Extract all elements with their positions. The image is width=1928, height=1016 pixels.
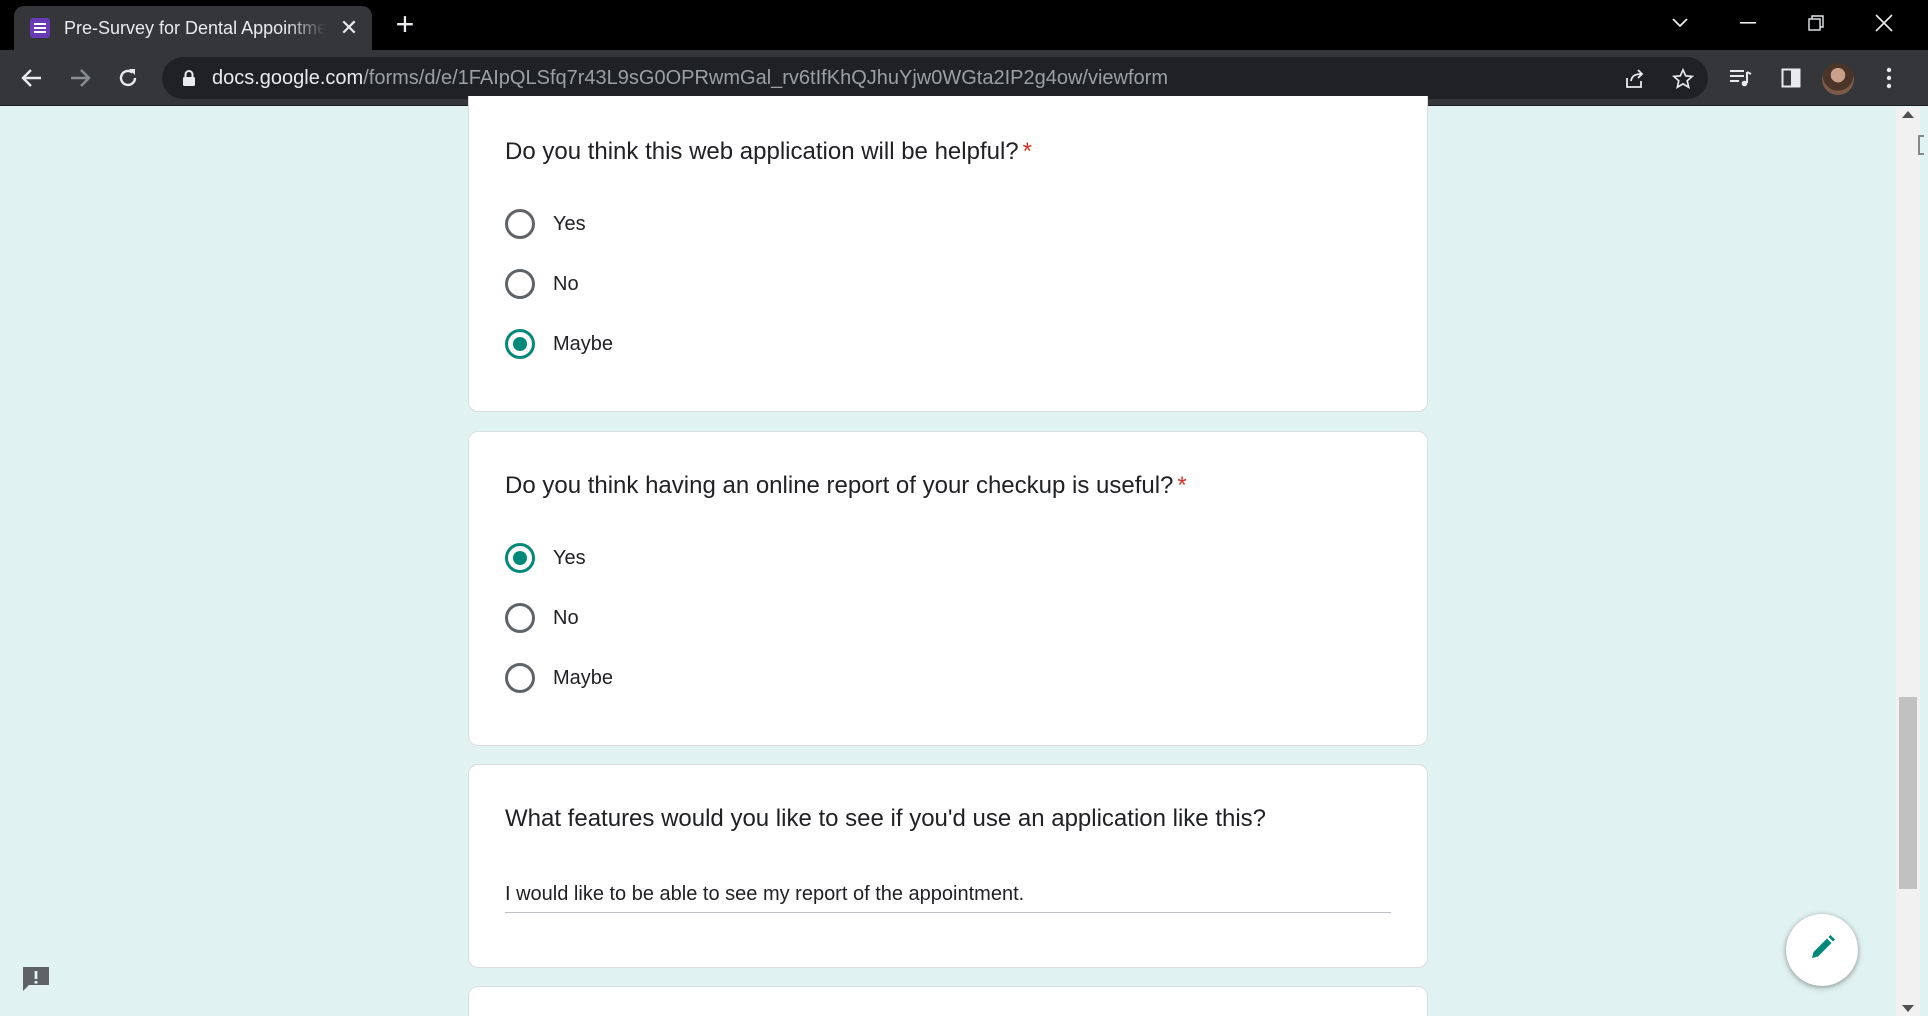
- question-title: Do you think this web application will b…: [505, 138, 1032, 165]
- side-panel-icon[interactable]: [1776, 63, 1806, 93]
- browser-tab-strip: Pre-Survey for Dental Appointment ✕ +: [0, 0, 1928, 50]
- page-scrollbar[interactable]: [1896, 107, 1924, 1016]
- edit-response-button[interactable]: [1786, 914, 1858, 986]
- radio-option-yes[interactable]: Yes: [505, 204, 586, 244]
- forward-arrow-icon[interactable]: [64, 62, 96, 94]
- question-card-next: [468, 986, 1428, 1016]
- radio-option-maybe[interactable]: Maybe: [505, 658, 613, 698]
- radio-option-no[interactable]: No: [505, 598, 579, 638]
- radio-option-yes[interactable]: Yes: [505, 538, 586, 578]
- question-title: Do you think having an online report of …: [505, 472, 1187, 499]
- short-answer-field[interactable]: I would like to be able to see my report…: [505, 877, 1391, 913]
- pencil-icon: [1807, 933, 1837, 968]
- scrollbar-thumb[interactable]: [1899, 697, 1917, 889]
- google-forms-icon: [30, 18, 50, 38]
- report-problem-icon[interactable]: [20, 964, 52, 994]
- radio-option-no[interactable]: No: [505, 264, 579, 304]
- question-card-features: What features would you like to see if y…: [468, 764, 1428, 968]
- address-bar[interactable]: docs.google.com/forms/d/e/1FAIpQLSfq7r43…: [162, 57, 1708, 99]
- radio-button[interactable]: [505, 603, 535, 633]
- kebab-menu-icon[interactable]: [1874, 63, 1904, 93]
- radio-option-maybe[interactable]: Maybe: [505, 324, 613, 364]
- question-title: What features would you like to see if y…: [505, 805, 1267, 832]
- close-window-icon[interactable]: [1866, 8, 1902, 38]
- radio-button-selected[interactable]: [505, 329, 535, 359]
- radio-button[interactable]: [505, 663, 535, 693]
- scroll-down-arrow-icon[interactable]: [1902, 1005, 1914, 1012]
- reload-icon[interactable]: [112, 62, 144, 94]
- scrollbar-edge: [1918, 135, 1924, 155]
- tab-title: Pre-Survey for Dental Appointment: [64, 17, 326, 38]
- url-text[interactable]: docs.google.com/forms/d/e/1FAIpQLSfq7r43…: [212, 67, 1168, 90]
- radio-button[interactable]: [505, 209, 535, 239]
- lock-icon[interactable]: [182, 69, 196, 92]
- media-control-icon[interactable]: [1726, 63, 1756, 93]
- scroll-up-arrow-icon[interactable]: [1902, 111, 1914, 118]
- bookmark-star-icon[interactable]: [1670, 66, 1696, 92]
- tab-search-chevron-icon[interactable]: [1662, 8, 1698, 38]
- new-tab-icon[interactable]: +: [388, 8, 422, 42]
- minimize-icon[interactable]: [1730, 8, 1766, 38]
- question-card-helpful: Do you think this web application will b…: [468, 96, 1428, 412]
- browser-tab[interactable]: Pre-Survey for Dental Appointment ✕: [14, 6, 372, 50]
- back-arrow-icon[interactable]: [16, 62, 48, 94]
- share-icon[interactable]: [1622, 66, 1648, 92]
- radio-button-selected[interactable]: [505, 543, 535, 573]
- profile-avatar[interactable]: [1822, 63, 1854, 95]
- question-card-online-report: Do you think having an online report of …: [468, 431, 1428, 746]
- radio-button[interactable]: [505, 269, 535, 299]
- tab-close-icon[interactable]: ✕: [338, 15, 360, 41]
- restore-icon[interactable]: [1798, 8, 1834, 38]
